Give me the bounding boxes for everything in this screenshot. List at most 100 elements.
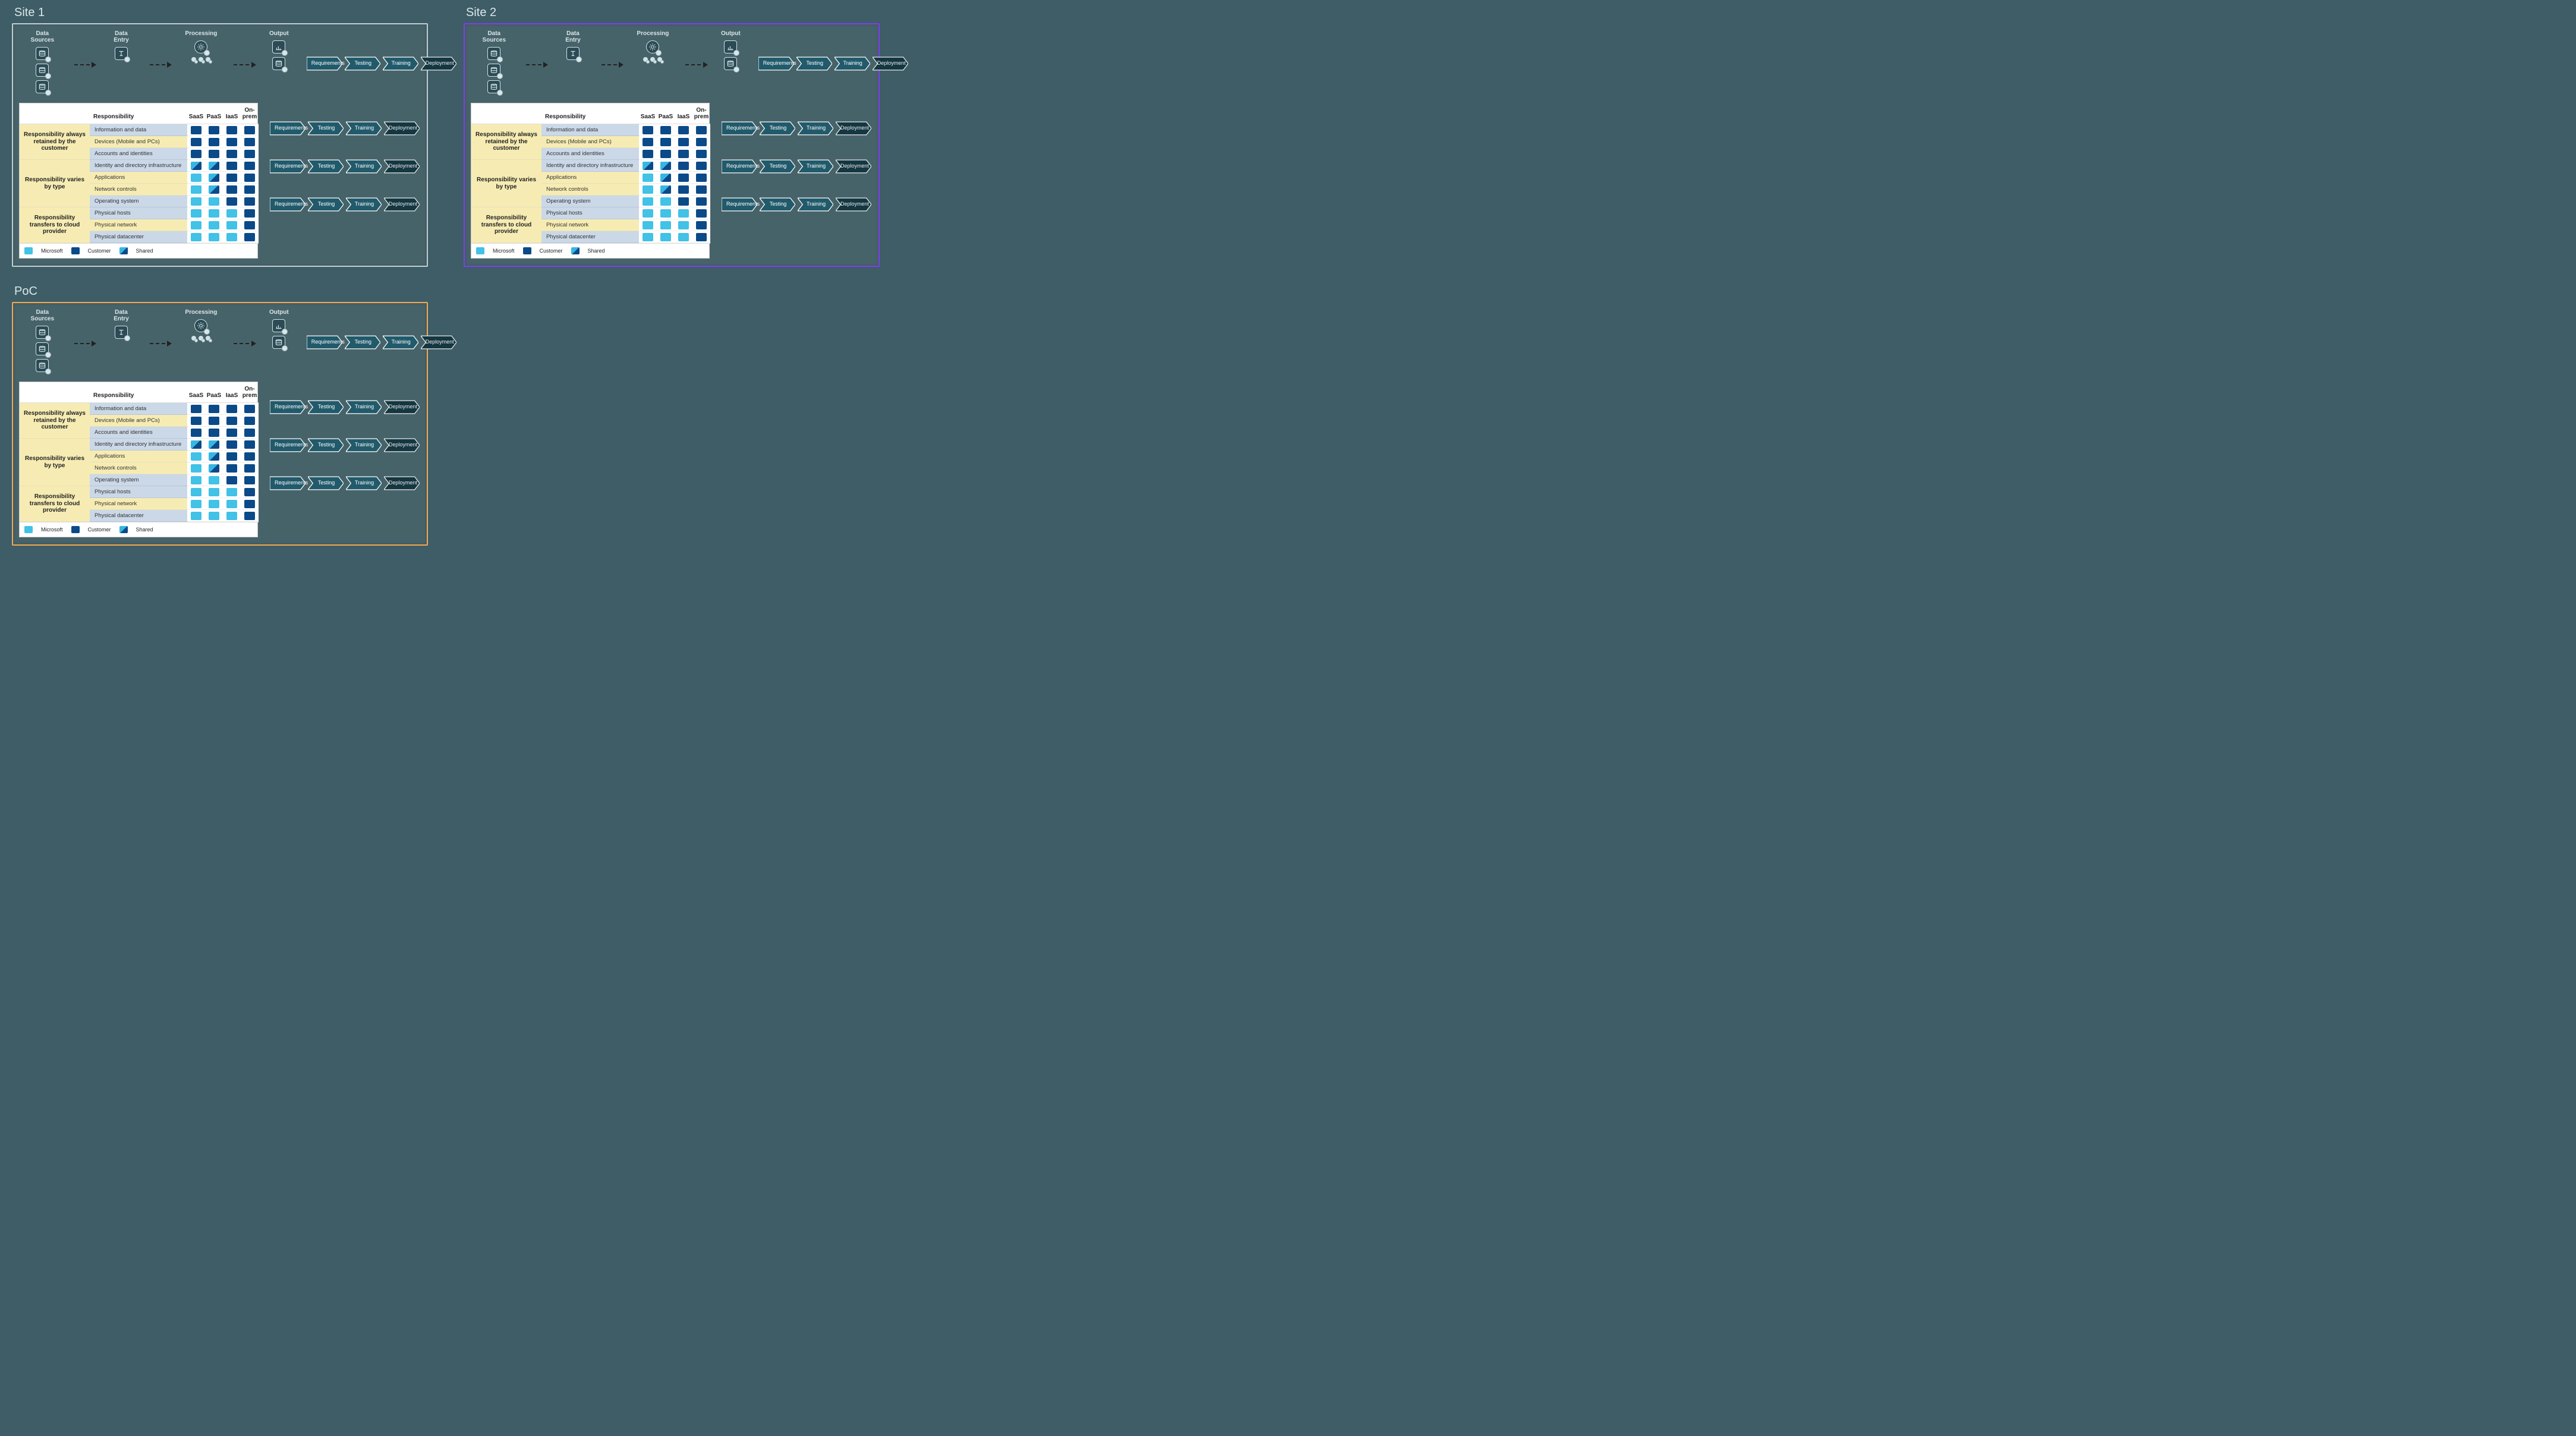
responsibility-matrix: ResponsibilitySaaSPaaSIaaSOn-premRespons… (19, 103, 258, 259)
matrix-cell (241, 462, 259, 474)
matrix-cell-box (643, 221, 653, 229)
responsibility-matrix: ResponsibilitySaaSPaaSIaaSOn-premRespons… (19, 382, 258, 537)
matrix-cell (187, 510, 205, 522)
matrix-cell (187, 486, 205, 498)
text-node (566, 47, 580, 60)
matrix-cell (241, 136, 259, 148)
pipeline-header: Output (269, 30, 289, 37)
matrix-cell-box (191, 500, 201, 508)
matrix-cell-box (244, 138, 255, 146)
matrix-cell-box (696, 233, 707, 241)
matrix-cell (205, 136, 223, 148)
matrix-cell-box (678, 174, 689, 182)
db-node (36, 359, 49, 372)
matrix-cell-box (209, 405, 219, 413)
matrix-legend: MicrosoftCustomerShared (471, 243, 710, 258)
matrix-cell-box (226, 429, 237, 437)
matrix-row-label: Physical network (90, 498, 187, 510)
shield-badge (282, 345, 288, 351)
gear-node (646, 40, 659, 53)
matrix-cell-box (209, 500, 219, 508)
matrix-cell-box (226, 500, 237, 508)
panel-body: ResponsibilitySaaSPaaSIaaSOn-premRespons… (19, 382, 421, 537)
panel-title: Site 1 (14, 6, 428, 20)
matrix-cell (692, 196, 710, 207)
matrix-cell (223, 160, 241, 172)
chart-node (272, 40, 285, 53)
arrow-icon (602, 64, 621, 65)
chevron-row: RequirementsTestingTrainingDeployment (303, 335, 455, 350)
panel: Data SourcesData EntryProcessingOutputRe… (12, 302, 428, 546)
matrix-cell-box (660, 233, 671, 241)
matrix-cell (223, 184, 241, 196)
matrix-col-header: On-prem (692, 103, 710, 124)
matrix-cell-box (209, 429, 219, 437)
dot-icon (650, 57, 655, 62)
matrix-cell-box (523, 247, 531, 254)
matrix-cell (692, 184, 710, 196)
matrix-cell-box (191, 476, 201, 484)
matrix-cell-box (209, 185, 219, 194)
matrix-cell (241, 172, 259, 184)
dot-icon (199, 57, 203, 62)
matrix-cell-box (244, 476, 255, 484)
matrix-cell-box (209, 476, 219, 484)
arrow-icon (74, 343, 93, 344)
chevron-step: Requirements (266, 437, 309, 453)
matrix-cell (639, 196, 657, 207)
arrow-icon (74, 64, 93, 65)
chevron-step: Training (342, 437, 385, 453)
matrix-cell (639, 148, 657, 160)
matrix-cell (223, 196, 241, 207)
matrix-cell-box (191, 417, 201, 425)
matrix-cell-box (226, 488, 237, 496)
chevron-step: Requirements (303, 56, 346, 71)
matrix-cell-box (643, 233, 653, 241)
matrix-cell (675, 219, 692, 231)
matrix-cell (675, 196, 692, 207)
matrix-cell (675, 148, 692, 160)
matrix-cell (692, 207, 710, 219)
matrix-cell-box (191, 174, 201, 182)
matrix-cell-box (191, 197, 201, 206)
dot-icon (206, 57, 210, 62)
matrix-cell (223, 207, 241, 219)
matrix-cell (223, 219, 241, 231)
matrix-cell-box (660, 174, 671, 182)
pipeline-header: Output (269, 309, 289, 316)
matrix-cell (657, 124, 675, 136)
panel: Data SourcesData EntryProcessingOutputRe… (12, 23, 428, 267)
matrix-cell-box (71, 526, 80, 533)
legend-label: Shared (136, 527, 153, 533)
matrix-row-label: Identity and directory infrastructure (90, 439, 187, 451)
matrix-col-header: PaaS (205, 103, 223, 124)
legend-label: Microsoft (493, 248, 515, 254)
matrix-cell-box (244, 162, 255, 170)
shield-badge (733, 50, 739, 56)
shield-badge (124, 335, 130, 341)
db-node (36, 326, 49, 339)
matrix-cell (639, 184, 657, 196)
matrix-col-header (20, 382, 90, 403)
matrix-cell-box (244, 221, 255, 229)
matrix-col-header: SaaS (639, 103, 657, 124)
matrix-cell (241, 498, 259, 510)
matrix-cell-box (226, 464, 237, 473)
matrix-cell-box (226, 417, 237, 425)
matrix-row-label: Physical datacenter (90, 510, 187, 522)
chevron-step: Testing (304, 197, 347, 212)
matrix-cell (205, 207, 223, 219)
pipeline: Data SourcesData EntryProcessingOutput (19, 29, 291, 98)
db-node (272, 57, 285, 70)
matrix-cell-box (119, 247, 128, 254)
chevron-row: RequirementsTestingTrainingDeployment (266, 121, 418, 136)
matrix-cell-box (244, 233, 255, 241)
chevron-row: RequirementsTestingTrainingDeployment (718, 159, 870, 174)
shield-badge (282, 50, 288, 56)
matrix-cell-box (209, 440, 219, 449)
matrix-row-label: Physical datacenter (90, 231, 187, 243)
matrix-cell (241, 474, 259, 486)
matrix-row-label: Network controls (90, 184, 187, 196)
matrix-cell (692, 172, 710, 184)
matrix-row-label: Physical hosts (541, 207, 639, 219)
